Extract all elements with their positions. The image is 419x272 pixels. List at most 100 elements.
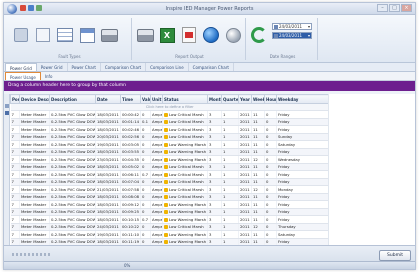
table-row[interactable]: 7 Meter Master 0-2.5kw PVC Glow DOWN 18/03/…: [10, 170, 329, 179]
column-header-quarter[interactable]: Quarter: [221, 94, 239, 104]
tab-power-grid-2[interactable]: Power Grid: [37, 63, 68, 71]
column-header-port[interactable]: Port: [10, 94, 20, 104]
table-row[interactable]: 7 Meter Master 0-2.5kw PVC Glow DOWN 23/03/…: [10, 155, 329, 164]
column-header-hour[interactable]: Hour: [264, 94, 277, 104]
minimize-icon[interactable]: –: [377, 4, 388, 12]
filter-hint[interactable]: Click here to define a filter: [10, 103, 329, 111]
column-header-week[interactable]: Week: [251, 94, 265, 104]
table-cell: Low Critical Marsh: [162, 133, 208, 141]
table-cell: 00:08:08: [120, 193, 141, 201]
table-cell: Amps: [150, 215, 163, 224]
table-cell: 0: [264, 118, 277, 126]
home-button[interactable]: [10, 22, 32, 48]
table-cell: 2011: [238, 178, 252, 186]
tab-power-usage[interactable]: Power Usage: [5, 72, 41, 80]
table-cell: Meter Master: [19, 208, 50, 216]
table-row[interactable]: 7 Meter Master 0-2.5kw PVC Glow DOWN 21/03/…: [10, 185, 329, 194]
tab-power-grid[interactable]: Power Grid: [5, 63, 37, 71]
table-cell: 2011: [238, 223, 252, 231]
table-cell: Friday: [276, 125, 329, 134]
column-header-status[interactable]: Status: [162, 94, 208, 104]
table-row[interactable]: 7 Meter Master 0-2.5kw PVC Glow DOWN 18/03/…: [10, 125, 329, 134]
chevron-down-icon: ▾: [307, 33, 310, 38]
calendar-icon: [274, 25, 278, 29]
tab-info[interactable]: Info: [41, 72, 57, 80]
table-cell: 0-2.5kw PVC Glow DOWN: [49, 140, 96, 149]
table-row[interactable]: 7 Meter Master 0-2.5kw PVC Glow DOWN 20/03/…: [10, 133, 329, 141]
table-cell: 1: [221, 193, 239, 201]
table-cell: Amps: [150, 193, 163, 201]
table-cell: Monday: [276, 185, 329, 194]
warning-icon: [164, 172, 168, 177]
calendar-view-button[interactable]: [76, 22, 98, 48]
table-cell: 3: [207, 140, 222, 149]
table-cell: 0.7: [140, 215, 151, 224]
date-to-picker[interactable]: 24/03/2011 ▾: [272, 32, 312, 39]
close-icon[interactable]: ×: [401, 4, 412, 12]
table-row[interactable]: 7 Meter Master 0-2.5kw PVC Glow DOWN 18/03/…: [10, 110, 329, 119]
filter-icon[interactable]: [5, 104, 9, 108]
table-cell: 3: [207, 125, 222, 134]
export-excel-button[interactable]: X: [156, 22, 178, 48]
column-header-year[interactable]: Year: [238, 94, 252, 104]
table-view-button[interactable]: [54, 22, 76, 48]
table-row[interactable]: 7 Meter Master 0-2.5kw PVC Glow DOWN 18/03/…: [10, 200, 329, 209]
column-header-unit[interactable]: Unit: [150, 94, 163, 104]
options-icon: [225, 27, 241, 43]
table-row[interactable]: 7 Meter Master 0-2.5kw PVC Glow DOWN 19/03/…: [10, 230, 329, 239]
tab-comparison-chart[interactable]: Comparison Chart: [101, 63, 147, 71]
table-cell: 0: [264, 208, 277, 216]
group-by-panel[interactable]: Drag a column header here to group by th…: [4, 81, 415, 91]
table-row[interactable]: 7 Meter Master 0-2.5kw PVC Glow DOWN 18/03/…: [10, 178, 329, 186]
print-button[interactable]: [98, 22, 120, 48]
table-cell: 0: [140, 178, 151, 186]
table-cell: Low Warning Marsh: [162, 155, 208, 164]
table-cell: 2011: [238, 215, 252, 224]
table-cell: 1: [221, 155, 239, 164]
table-cell: Low Critical Marsh: [162, 110, 208, 119]
table-row[interactable]: 7 Meter Master 0-2.5kw PVC Glow DOWN 18/03/…: [10, 163, 329, 171]
table-cell: 00:10:22: [120, 223, 141, 231]
date-from-picker[interactable]: 24/03/2011 ▾: [272, 23, 312, 30]
resize-grip[interactable]: [12, 253, 52, 256]
table-row[interactable]: 7 Meter Master 0-2.5kw PVC Glow DOWN 18/03/…: [10, 215, 329, 224]
warning-icon: [164, 202, 168, 207]
column-header-value[interactable]: Value: [140, 94, 151, 104]
table-cell: 2011: [238, 148, 252, 156]
export-web-button[interactable]: [200, 22, 222, 48]
column-header-weekday[interactable]: Weekday: [276, 94, 329, 104]
table-cell: Amps: [150, 178, 163, 186]
export-pdf-button[interactable]: [178, 22, 200, 48]
table-row[interactable]: 7 Meter Master 0-2.5kw PVC Glow DOWN 19/03/…: [10, 140, 329, 149]
column-header-device-description[interactable]: Device Description: [19, 94, 50, 104]
column-header-month[interactable]: Month: [207, 94, 222, 104]
table-cell: 0-2.5kw PVC Glow DOWN: [49, 155, 96, 164]
table-cell: 0-2.5kw PVC Glow DOWN: [49, 178, 96, 186]
column-header-description[interactable]: Description: [49, 94, 96, 104]
tab-comparison-line[interactable]: Comparison Line: [146, 63, 189, 71]
status-text: Low Warning Marsh: [169, 209, 207, 215]
options-button[interactable]: [222, 22, 244, 48]
submit-button[interactable]: Submit: [379, 250, 411, 261]
tab-power-chart[interactable]: Power Chart: [68, 63, 101, 71]
table-row[interactable]: 7 Meter Master 0-2.5kw PVC Glow DOWN 24/03/…: [10, 223, 329, 231]
table-cell: Amps: [150, 110, 163, 119]
table-row[interactable]: 7 Meter Master 0-2.5kw PVC Glow DOWN 18/03/…: [10, 193, 329, 201]
table-row[interactable]: 7 Meter Master 0-2.5kw PVC Glow DOWN 18/03/…: [10, 118, 329, 126]
tab-comparison-chart-2[interactable]: Comparison Chart: [189, 63, 234, 71]
print-preview-button[interactable]: [134, 22, 156, 48]
table-row[interactable]: 7 Meter Master 0-2.5kw PVC Glow DOWN 18/03/…: [10, 148, 329, 156]
column-header-date[interactable]: Date: [95, 94, 121, 104]
table-cell: Low Warning Marsh: [162, 140, 208, 149]
column-header-time[interactable]: Time: [120, 94, 141, 104]
table-cell: Low Critical Marsh: [162, 118, 208, 126]
table-cell: Wednesday: [276, 155, 329, 164]
blank-report-button[interactable]: [32, 22, 54, 48]
filter-row[interactable]: Click here to define a filter: [10, 103, 329, 111]
table-row[interactable]: 7 Meter Master 0-2.5kw PVC Glow DOWN 18/03/…: [10, 208, 329, 216]
ribbon: Fault Types X Report Output 24/03/2011 ▾…: [4, 15, 415, 63]
maximize-icon[interactable]: □: [389, 4, 400, 12]
refresh-button[interactable]: [248, 22, 270, 48]
table-cell: 11: [251, 140, 265, 149]
status-text: Low Warning Marsh: [169, 141, 207, 147]
